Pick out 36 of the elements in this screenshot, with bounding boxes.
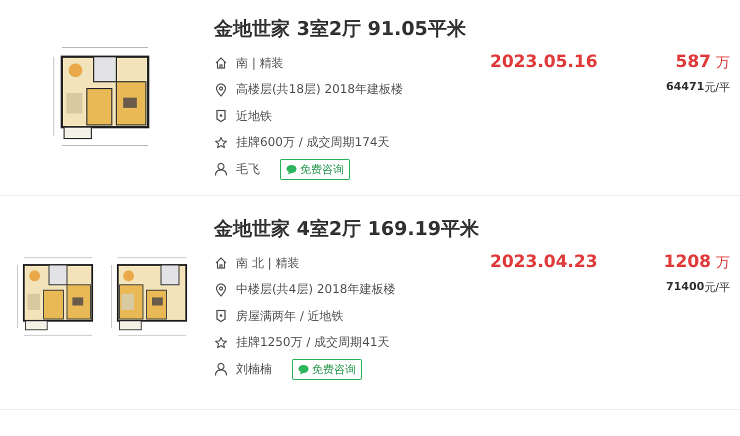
total-price: 1208 bbox=[664, 252, 711, 272]
unit-price: 71400 bbox=[666, 280, 704, 295]
feature-text: 南 | 精装 bbox=[236, 54, 284, 72]
consult-button[interactable]: 免费咨询 bbox=[292, 358, 362, 380]
house-icon bbox=[214, 256, 228, 270]
shield-icon bbox=[214, 309, 228, 324]
star-icon bbox=[214, 136, 228, 150]
price-unit: 万 bbox=[716, 54, 730, 72]
agent-name: 刘楠楠 bbox=[236, 360, 272, 378]
location-pin-icon bbox=[214, 82, 228, 97]
price-unit: 万 bbox=[716, 254, 730, 272]
person-icon bbox=[214, 162, 228, 176]
feature-text: 南 北 | 精装 bbox=[236, 254, 300, 272]
agent-name: 毛飞 bbox=[236, 160, 260, 178]
deal-date: 2023.05.16 bbox=[490, 52, 599, 74]
consult-button[interactable]: 免费咨询 bbox=[280, 158, 350, 180]
feature-text: 高楼层(共18层) 2018年建板楼 bbox=[236, 81, 403, 98]
location-pin-icon bbox=[214, 282, 228, 297]
chat-bubble-icon bbox=[286, 164, 297, 175]
deal-date: 2023.04.23 bbox=[490, 252, 599, 274]
unit-price: 64471 bbox=[666, 80, 704, 95]
house-icon bbox=[214, 56, 228, 70]
unit-price-unit: 元/平 bbox=[704, 80, 730, 96]
feature-text: 中楼层(共4层) 2018年建板楼 bbox=[236, 281, 396, 298]
total-price: 587 bbox=[676, 52, 711, 72]
star-icon bbox=[214, 336, 228, 350]
feature-text: 房屋满两年 / 近地铁 bbox=[236, 308, 344, 325]
chat-bubble-icon bbox=[298, 364, 309, 375]
listing-title[interactable]: 金地世家 3室2厅 91.05平米 bbox=[214, 16, 490, 42]
shield-icon bbox=[214, 109, 228, 124]
person-icon bbox=[214, 362, 228, 376]
feature-text: 挂牌600万 / 成交周期174天 bbox=[236, 134, 390, 152]
feature-text: 挂牌1250万 / 成交周期41天 bbox=[236, 334, 390, 352]
unit-price-unit: 元/平 bbox=[704, 280, 730, 296]
feature-text: 近地铁 bbox=[236, 108, 272, 125]
listing-title[interactable]: 金地世家 4室2厅 169.19平米 bbox=[214, 216, 490, 242]
